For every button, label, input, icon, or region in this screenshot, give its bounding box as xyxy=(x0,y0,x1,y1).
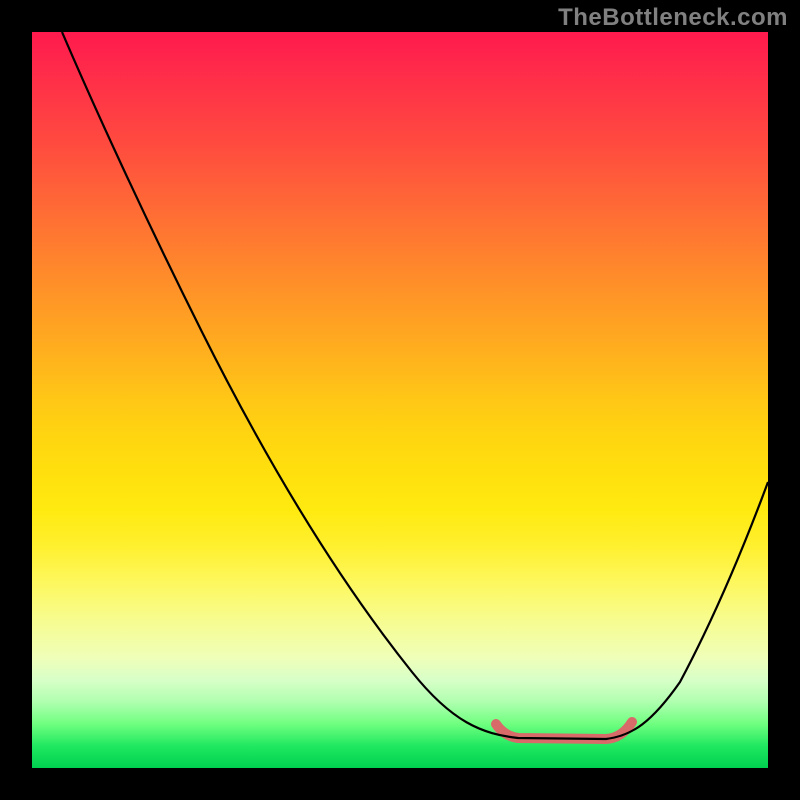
curve-svg xyxy=(32,32,768,768)
watermark: TheBottleneck.com xyxy=(558,4,788,32)
bottleneck-curve xyxy=(62,32,768,739)
highlight-segment xyxy=(496,722,632,739)
plot-area xyxy=(32,32,768,768)
chart-container: TheBottleneck.com xyxy=(0,0,800,800)
